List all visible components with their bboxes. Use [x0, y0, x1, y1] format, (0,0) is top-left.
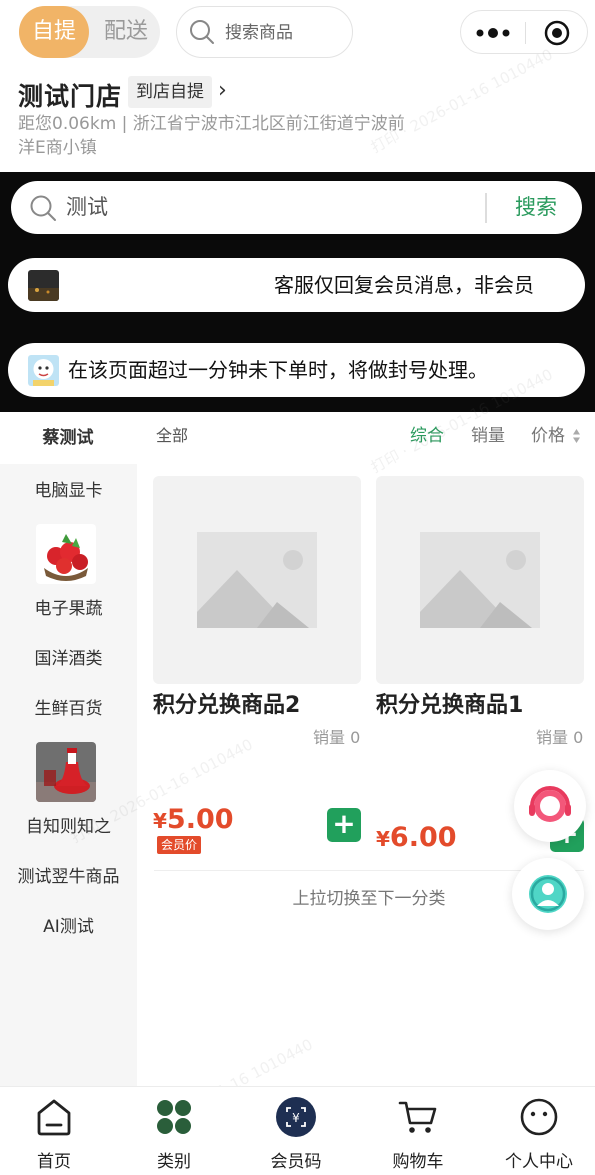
product-sales: 销量 0 — [313, 728, 361, 747]
member-code-icon: ¥ — [276, 1097, 316, 1137]
top-search-box[interactable]: 搜索商品 — [176, 6, 353, 58]
home-icon — [37, 1099, 71, 1136]
currency-symbol: ¥ — [153, 809, 167, 833]
tab-member-code[interactable]: ¥ 会员码 — [241, 1087, 351, 1175]
category-item-gpu[interactable]: 电脑显卡 — [0, 476, 137, 501]
tab-category[interactable]: 类别 — [119, 1087, 229, 1175]
category-item-fruit[interactable]: 电子果蔬 — [0, 594, 137, 619]
filter-all[interactable]: 全部 — [156, 412, 188, 460]
store-name[interactable]: 测试门店 — [18, 77, 122, 113]
notice-text: 客服仅回复会员消息，非会员 — [274, 273, 534, 297]
search-icon — [190, 20, 214, 44]
search-button[interactable]: 搜索 — [501, 181, 571, 234]
notice-thumbnail — [28, 270, 59, 301]
cart-icon — [398, 1101, 437, 1133]
capsule-divider — [525, 22, 526, 44]
delivery-mode-switch: 自提 配送 — [19, 6, 160, 58]
profile-float-button[interactable] — [512, 858, 584, 930]
mini-program-capsule — [460, 10, 588, 54]
user-icon — [529, 875, 567, 913]
tab-cart[interactable]: 购物车 — [363, 1087, 473, 1175]
category-item-fresh[interactable]: 生鲜百货 — [0, 694, 137, 719]
notice-bar-warning[interactable]: 在该页面超过一分钟未下单时，将做封号处理。 — [8, 343, 585, 397]
top-search-placeholder: 搜索商品 — [225, 23, 293, 43]
product-name[interactable]: 积分兑换商品2 — [153, 687, 300, 719]
search-icon — [30, 195, 56, 221]
product-price: ¥5.00 — [153, 804, 234, 835]
product-price: ¥6.00 — [376, 822, 457, 853]
image-placeholder-icon — [420, 532, 540, 628]
search-divider — [485, 193, 487, 223]
product-search-bar[interactable]: 测试 搜索 — [11, 181, 582, 234]
tab-home[interactable]: 首页 — [0, 1087, 109, 1175]
sort-arrows-icon[interactable] — [572, 428, 581, 444]
category-item-liquor[interactable]: 国洋酒类 — [0, 644, 137, 669]
tab-label: 首页 — [37, 1152, 71, 1172]
sort-bar: 蔡测试 全部 综合 销量 价格 — [0, 412, 595, 464]
target-icon[interactable] — [543, 19, 571, 47]
bottom-tab-bar: 首页 类别 ¥ 会员码 购物车 个人中心 — [0, 1086, 595, 1175]
store-address: 距您0.06km | 浙江省宁波市江北区前江街道宁波前洋E商小镇 — [18, 114, 405, 158]
product-image-placeholder[interactable] — [376, 476, 584, 684]
mode-delivery-button[interactable]: 配送 — [95, 6, 157, 58]
svg-text:¥: ¥ — [292, 1111, 300, 1125]
product-image-placeholder[interactable] — [153, 476, 361, 684]
tab-profile[interactable]: 个人中心 — [484, 1087, 594, 1175]
sort-price[interactable]: 价格 — [531, 412, 565, 460]
cola-image[interactable] — [36, 742, 96, 802]
product-sales: 销量 0 — [536, 728, 584, 747]
add-to-cart-button[interactable]: + — [327, 808, 361, 842]
currency-symbol: ¥ — [376, 827, 390, 851]
notice-text: 在该页面超过一分钟未下单时，将做封号处理。 — [68, 358, 488, 382]
customer-service-button[interactable] — [514, 770, 586, 842]
pickup-tag[interactable]: 到店自提 — [128, 76, 212, 108]
promo-banner: 测试 搜索 客服仅回复会员消息，非会员 在该页面超过一分钟未下单时，将做封号处理… — [0, 172, 595, 412]
notice-bar-member[interactable]: 客服仅回复会员消息，非会员 — [8, 258, 585, 312]
member-price-badge: 会员价 — [157, 836, 202, 854]
sort-sales[interactable]: 销量 — [471, 412, 505, 460]
category-sidebar: 电脑显卡 电子果蔬 国洋酒类 生鲜百货 自知则知之 测试翌牛商品 AI测试 — [0, 464, 137, 1086]
product-name[interactable]: 积分兑换商品1 — [376, 687, 523, 719]
search-input[interactable]: 测试 — [66, 181, 108, 234]
top-bar: 自提 配送 搜索商品 — [0, 0, 595, 64]
image-placeholder-icon — [197, 532, 317, 628]
category-item-ai[interactable]: AI测试 — [0, 912, 137, 937]
sort-default[interactable]: 综合 — [410, 412, 444, 460]
tab-label: 个人中心 — [505, 1152, 573, 1172]
tab-label: 会员码 — [270, 1152, 322, 1172]
profile-icon — [520, 1098, 558, 1136]
price-value: 5.00 — [166, 804, 234, 835]
strawberry-image[interactable] — [36, 524, 96, 584]
category-item-beef[interactable]: 测试翌牛商品 — [0, 862, 137, 887]
mode-pickup-button[interactable]: 自提 — [19, 6, 89, 58]
price-value: 6.00 — [389, 822, 457, 853]
tab-label: 购物车 — [392, 1152, 444, 1172]
chevron-right-icon[interactable]: › — [218, 78, 227, 103]
tab-label: 类别 — [157, 1152, 191, 1172]
headset-icon — [529, 786, 571, 822]
current-category-title[interactable]: 蔡测试 — [0, 412, 136, 464]
sheep-avatar-icon — [28, 355, 59, 386]
category-item-know[interactable]: 自知则知之 — [0, 812, 137, 837]
category-icon — [157, 1100, 191, 1134]
more-dots-icon[interactable] — [475, 25, 511, 41]
